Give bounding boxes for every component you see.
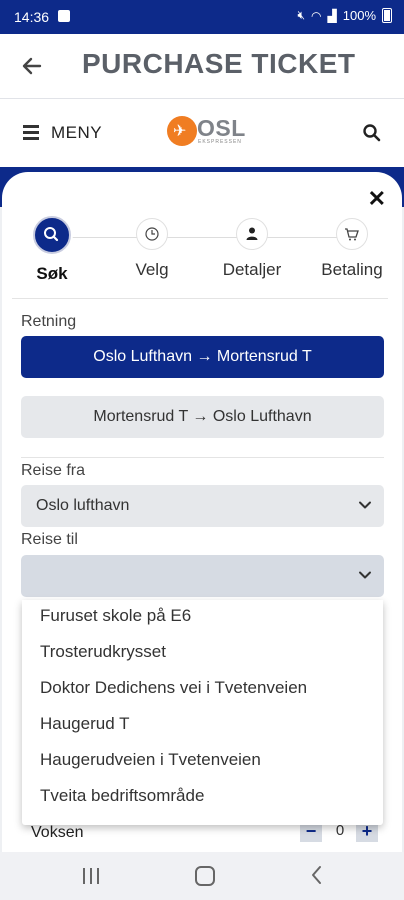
dropdown-option[interactable]: Haugerudveien i Tvetenveien [40, 750, 261, 770]
hamburger-icon[interactable] [23, 125, 39, 140]
osl-logo[interactable]: ✈ OSL EKSPRESSEN [167, 115, 251, 151]
search-icon [44, 227, 59, 242]
home-icon[interactable] [195, 866, 215, 886]
back-arrow-icon[interactable] [18, 52, 46, 80]
battery-icon [382, 8, 392, 23]
direction-option-selected[interactable]: Oslo Lufthavn → Mortensrud T [21, 336, 384, 378]
site-nav: MENY ✈ OSL EKSPRESSEN [0, 99, 404, 167]
step-label: Søk [36, 264, 68, 283]
step-label: Velg [135, 260, 169, 279]
dropdown-option[interactable]: Trosterudkrysset [40, 642, 166, 662]
cart-icon [345, 228, 359, 241]
recent-apps-icon[interactable] [83, 868, 101, 884]
status-time: 14:36 [14, 9, 50, 25]
to-label: Reise til [21, 531, 78, 548]
divider [21, 457, 384, 458]
dropdown-option[interactable]: Tveita bedriftsområde [40, 786, 204, 806]
passenger-type-label: Voksen [31, 824, 84, 841]
person-icon [246, 227, 258, 240]
chevron-down-icon [359, 571, 371, 579]
step-circle [336, 218, 368, 250]
status-bar: 14:36 🔇︎ ◠ ▟ 100% [0, 0, 404, 34]
dropdown-option[interactable]: Furuset skole på E6 [40, 606, 191, 626]
from-value: Oslo lufthavn [36, 497, 130, 514]
from-label: Reise fra [21, 462, 86, 479]
menu-button[interactable]: MENY [51, 123, 102, 143]
status-icons: 🔇︎ ◠ ▟ 100% [297, 8, 392, 23]
battery-percent: 100% [342, 8, 376, 23]
destination-dropdown: Furuset skole på E6 Trosterudkrysset Dok… [22, 600, 383, 825]
step-label: Betaling [321, 260, 383, 279]
system-back-icon[interactable] [310, 865, 322, 885]
mute-icon: 🔇︎ [297, 8, 306, 22]
step-sok[interactable]: Søk [2, 216, 102, 284]
airplane-icon: ✈ [173, 123, 187, 140]
step-label: Detaljer [222, 260, 282, 279]
step-detaljer[interactable]: Detaljer [202, 218, 302, 280]
logo-subtext: EKSPRESSEN [198, 139, 242, 145]
search-icon[interactable] [362, 123, 382, 143]
step-circle [236, 218, 268, 250]
chevron-down-icon [359, 501, 371, 509]
signal-icon: ▟ [327, 8, 337, 23]
wifi-icon: ◠ [311, 8, 322, 23]
system-nav-bar [0, 852, 404, 900]
close-icon[interactable]: ✕ [368, 188, 386, 210]
app-bar: PURCHASE TICKET [0, 34, 404, 99]
step-velg[interactable]: Velg [102, 218, 202, 280]
step-betaling[interactable]: Betaling [302, 218, 402, 280]
logo-text: OSL [197, 115, 246, 141]
page-title: PURCHASE TICKET [82, 48, 356, 79]
clock-icon [145, 227, 159, 241]
step-circle-active [33, 216, 71, 254]
step-circle [136, 218, 168, 250]
dropdown-option[interactable]: Doktor Dedichens vei i Tvetenveien [40, 678, 307, 698]
to-select[interactable] [21, 555, 384, 597]
direction-label: Retning [21, 313, 77, 330]
dropdown-option[interactable]: Haugerud T [40, 714, 129, 734]
from-select[interactable]: Oslo lufthavn [21, 485, 384, 527]
gallery-notification-icon [58, 10, 70, 22]
direction-option[interactable]: Mortensrud T → Oslo Lufthavn [21, 396, 384, 438]
